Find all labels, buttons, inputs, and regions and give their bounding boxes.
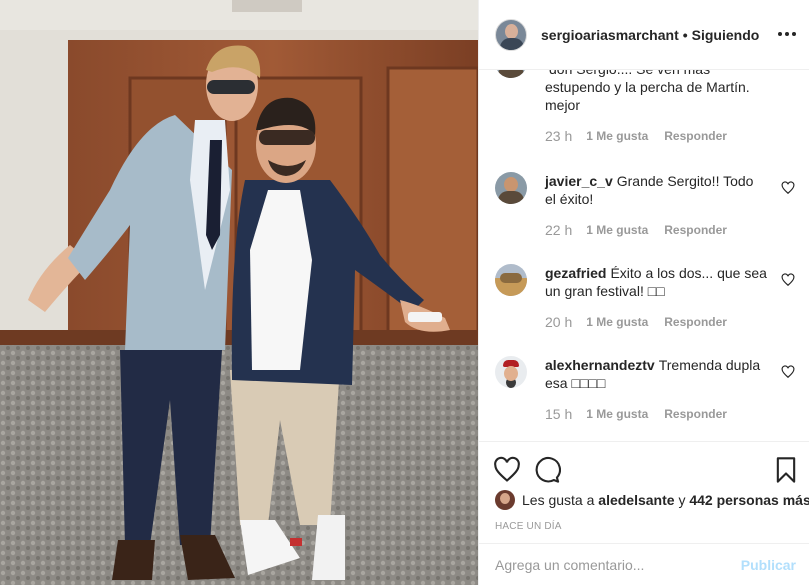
comment-composer: Publicar — [479, 543, 809, 585]
author-avatar[interactable] — [495, 18, 527, 51]
comment-likes[interactable]: 1 Me gusta — [586, 315, 648, 329]
comment-item: javier_c_v Grande Sergito!! Todo el éxito… — [495, 172, 795, 238]
comment-text-block: alexhernandeztv Tremenda dupla esa □□□□ — [545, 356, 767, 392]
comment-avatar[interactable] — [495, 172, 527, 204]
comments-list[interactable]: don Sergio.... Se ven más estupendo y la… — [479, 70, 809, 442]
comment-time[interactable]: 20 h — [545, 314, 572, 330]
comment-avatar[interactable] — [495, 70, 527, 78]
comment-heart-icon[interactable] — [781, 273, 795, 287]
post-sidebar: sergioariasmarchant • Siguiendo don Serg… — [478, 0, 809, 585]
comment-item: gezafried Éxito a los dos... que sea un g… — [495, 264, 795, 330]
comment-heart-icon[interactable] — [781, 365, 795, 379]
post-header: sergioariasmarchant • Siguiendo — [479, 0, 809, 70]
comment-username[interactable]: alexhernandeztv — [545, 357, 655, 373]
bookmark-icon[interactable] — [772, 456, 800, 484]
likes-summary: Les gusta a aledelsante y 442 personas m… — [495, 490, 809, 510]
comment-item: alexhernandeztv Tremenda dupla esa □□□□ 1… — [495, 356, 795, 422]
comment-text-block: gezafried Éxito a los dos... que sea un g… — [545, 264, 767, 300]
comment-item: don Sergio.... Se ven más estupendo y la… — [495, 70, 795, 144]
heart-icon[interactable] — [493, 456, 521, 484]
comment-username[interactable]: javier_c_v — [545, 173, 613, 189]
follow-status-button[interactable]: Siguiendo — [692, 27, 760, 43]
comment-time[interactable]: 23 h — [545, 128, 572, 144]
comment-avatar[interactable] — [495, 356, 527, 388]
comment-time[interactable]: 15 h — [545, 406, 572, 422]
comment-reply-button[interactable]: Responder — [664, 407, 727, 421]
comment-text-block: don Sergio.... Se ven más estupendo y la… — [545, 70, 767, 114]
comment-time[interactable]: 22 h — [545, 222, 572, 238]
comment-likes[interactable]: 1 Me gusta — [586, 223, 648, 237]
comment-reply-button[interactable]: Responder — [664, 129, 727, 143]
author-info: sergioariasmarchant • Siguiendo — [541, 27, 759, 43]
comment-heart-icon[interactable] — [781, 181, 795, 195]
post-timestamp[interactable]: Hace un día — [495, 521, 562, 532]
comment-meta: 20 h 1 Me gusta Responder — [545, 314, 795, 330]
likes-prefix: Les gusta a — [522, 492, 595, 508]
post-photo[interactable] — [0, 0, 478, 585]
comment-likes[interactable]: 1 Me gusta — [586, 129, 648, 143]
comment-likes[interactable]: 1 Me gusta — [586, 407, 648, 421]
comment-text-block: javier_c_v Grande Sergito!! Todo el éxito… — [545, 172, 767, 208]
comment-meta: 22 h 1 Me gusta Responder — [545, 222, 795, 238]
liker-avatar[interactable] — [495, 490, 515, 510]
post-actions — [479, 443, 809, 495]
comment-reply-button[interactable]: Responder — [664, 223, 727, 237]
header-separator: • — [682, 26, 688, 43]
comment-meta: 15 h 1 Me gusta Responder — [545, 406, 795, 422]
comment-text: don Sergio.... Se ven más estupendo y la… — [545, 70, 750, 113]
comment-meta: 23 h 1 Me gusta Responder — [545, 128, 795, 144]
comment-username[interactable]: gezafried — [545, 265, 606, 281]
comment-input[interactable] — [495, 552, 741, 577]
likes-others-link[interactable]: 442 personas más — [689, 492, 809, 508]
liker-username[interactable]: aledelsante — [598, 492, 674, 508]
comment-bubble-icon[interactable] — [533, 456, 561, 484]
author-username[interactable]: sergioariasmarchant — [541, 27, 679, 43]
publish-button[interactable]: Publicar — [741, 557, 796, 573]
comment-avatar[interactable] — [495, 264, 527, 296]
post-photo-image — [0, 0, 478, 585]
more-horizontal-icon[interactable] — [776, 24, 798, 44]
comment-reply-button[interactable]: Responder — [664, 315, 727, 329]
likes-connector: y — [678, 492, 686, 508]
